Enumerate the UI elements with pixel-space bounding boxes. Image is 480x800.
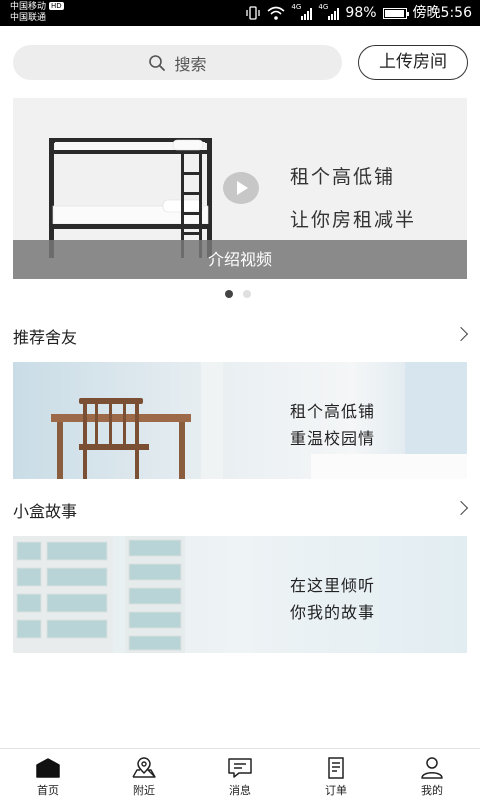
carrier-1: 中国移动 [10, 2, 47, 12]
carousel-dot-active [225, 290, 233, 298]
roommates-card-line-1: 租个高低铺 [290, 402, 376, 421]
tab-messages[interactable]: 消息 [192, 749, 288, 800]
carousel-indicator [225, 290, 251, 298]
profile-icon [421, 757, 443, 779]
tab-orders[interactable]: 订单 [288, 749, 384, 800]
hd-badge: HD [49, 2, 64, 10]
banner-caption: 介绍视频 [13, 240, 467, 279]
message-icon [228, 758, 252, 778]
search-input[interactable]: 搜索 [13, 45, 342, 80]
roommates-card[interactable]: 租个高低铺 重温校园情 [13, 362, 467, 479]
order-icon [328, 757, 344, 779]
clock: 傍晚5:56 [412, 5, 472, 21]
home-icon [36, 758, 60, 778]
wifi-icon [267, 6, 285, 20]
signal-icon: 4G [291, 4, 313, 20]
roommates-card-line-2: 重温校园情 [290, 429, 376, 448]
search-icon [149, 54, 166, 71]
stories-card-line-1: 在这里倾听 [290, 576, 376, 595]
section-title-stories: 小盒故事 [13, 502, 78, 521]
stories-card-line-2: 你我的故事 [290, 603, 376, 622]
section-title-roommates: 推荐舍友 [13, 328, 78, 347]
banner-line-2: 让你房租减半 [290, 209, 417, 231]
vibrate-icon [246, 6, 261, 20]
stories-card[interactable]: 在这里倾听 你我的故事 [13, 536, 467, 653]
carousel-dot [243, 290, 251, 298]
battery-percent: 98% [345, 5, 377, 21]
desk-chair-image [13, 362, 467, 479]
banner-line-1: 租个高低铺 [290, 166, 396, 188]
tab-label: 首页 [37, 784, 59, 797]
chevron-right-icon[interactable] [453, 326, 469, 342]
buildings-image [13, 536, 467, 653]
status-bar: 中国移动 HD 中国联通 4G 4G 98% 傍晚5:56 [0, 0, 480, 26]
play-video-button[interactable] [223, 172, 259, 204]
video-banner[interactable]: 租个高低铺 让你房租减半 介绍视频 [13, 98, 467, 279]
tab-label: 消息 [229, 784, 251, 797]
search-placeholder: 搜索 [174, 54, 207, 74]
signal-icon: 4G [318, 4, 340, 20]
carrier-2: 中国联通 [10, 13, 47, 23]
tab-label: 我的 [421, 784, 443, 797]
upload-room-button[interactable]: 上传房间 [358, 45, 468, 80]
tab-home[interactable]: 首页 [0, 749, 96, 800]
tab-label: 订单 [325, 784, 347, 797]
carrier-info: 中国移动 HD 中国联通 [10, 2, 64, 24]
bottom-tab-bar: 首页 附近 消息 订单 我的 [0, 748, 480, 800]
status-icons: 4G 4G 98% 傍晚5:56 [245, 4, 472, 22]
chevron-right-icon[interactable] [453, 500, 469, 516]
battery-icon [382, 7, 409, 19]
tab-label: 附近 [133, 784, 155, 797]
tab-nearby[interactable]: 附近 [96, 749, 192, 800]
location-icon [132, 757, 156, 778]
tab-profile[interactable]: 我的 [384, 749, 480, 800]
